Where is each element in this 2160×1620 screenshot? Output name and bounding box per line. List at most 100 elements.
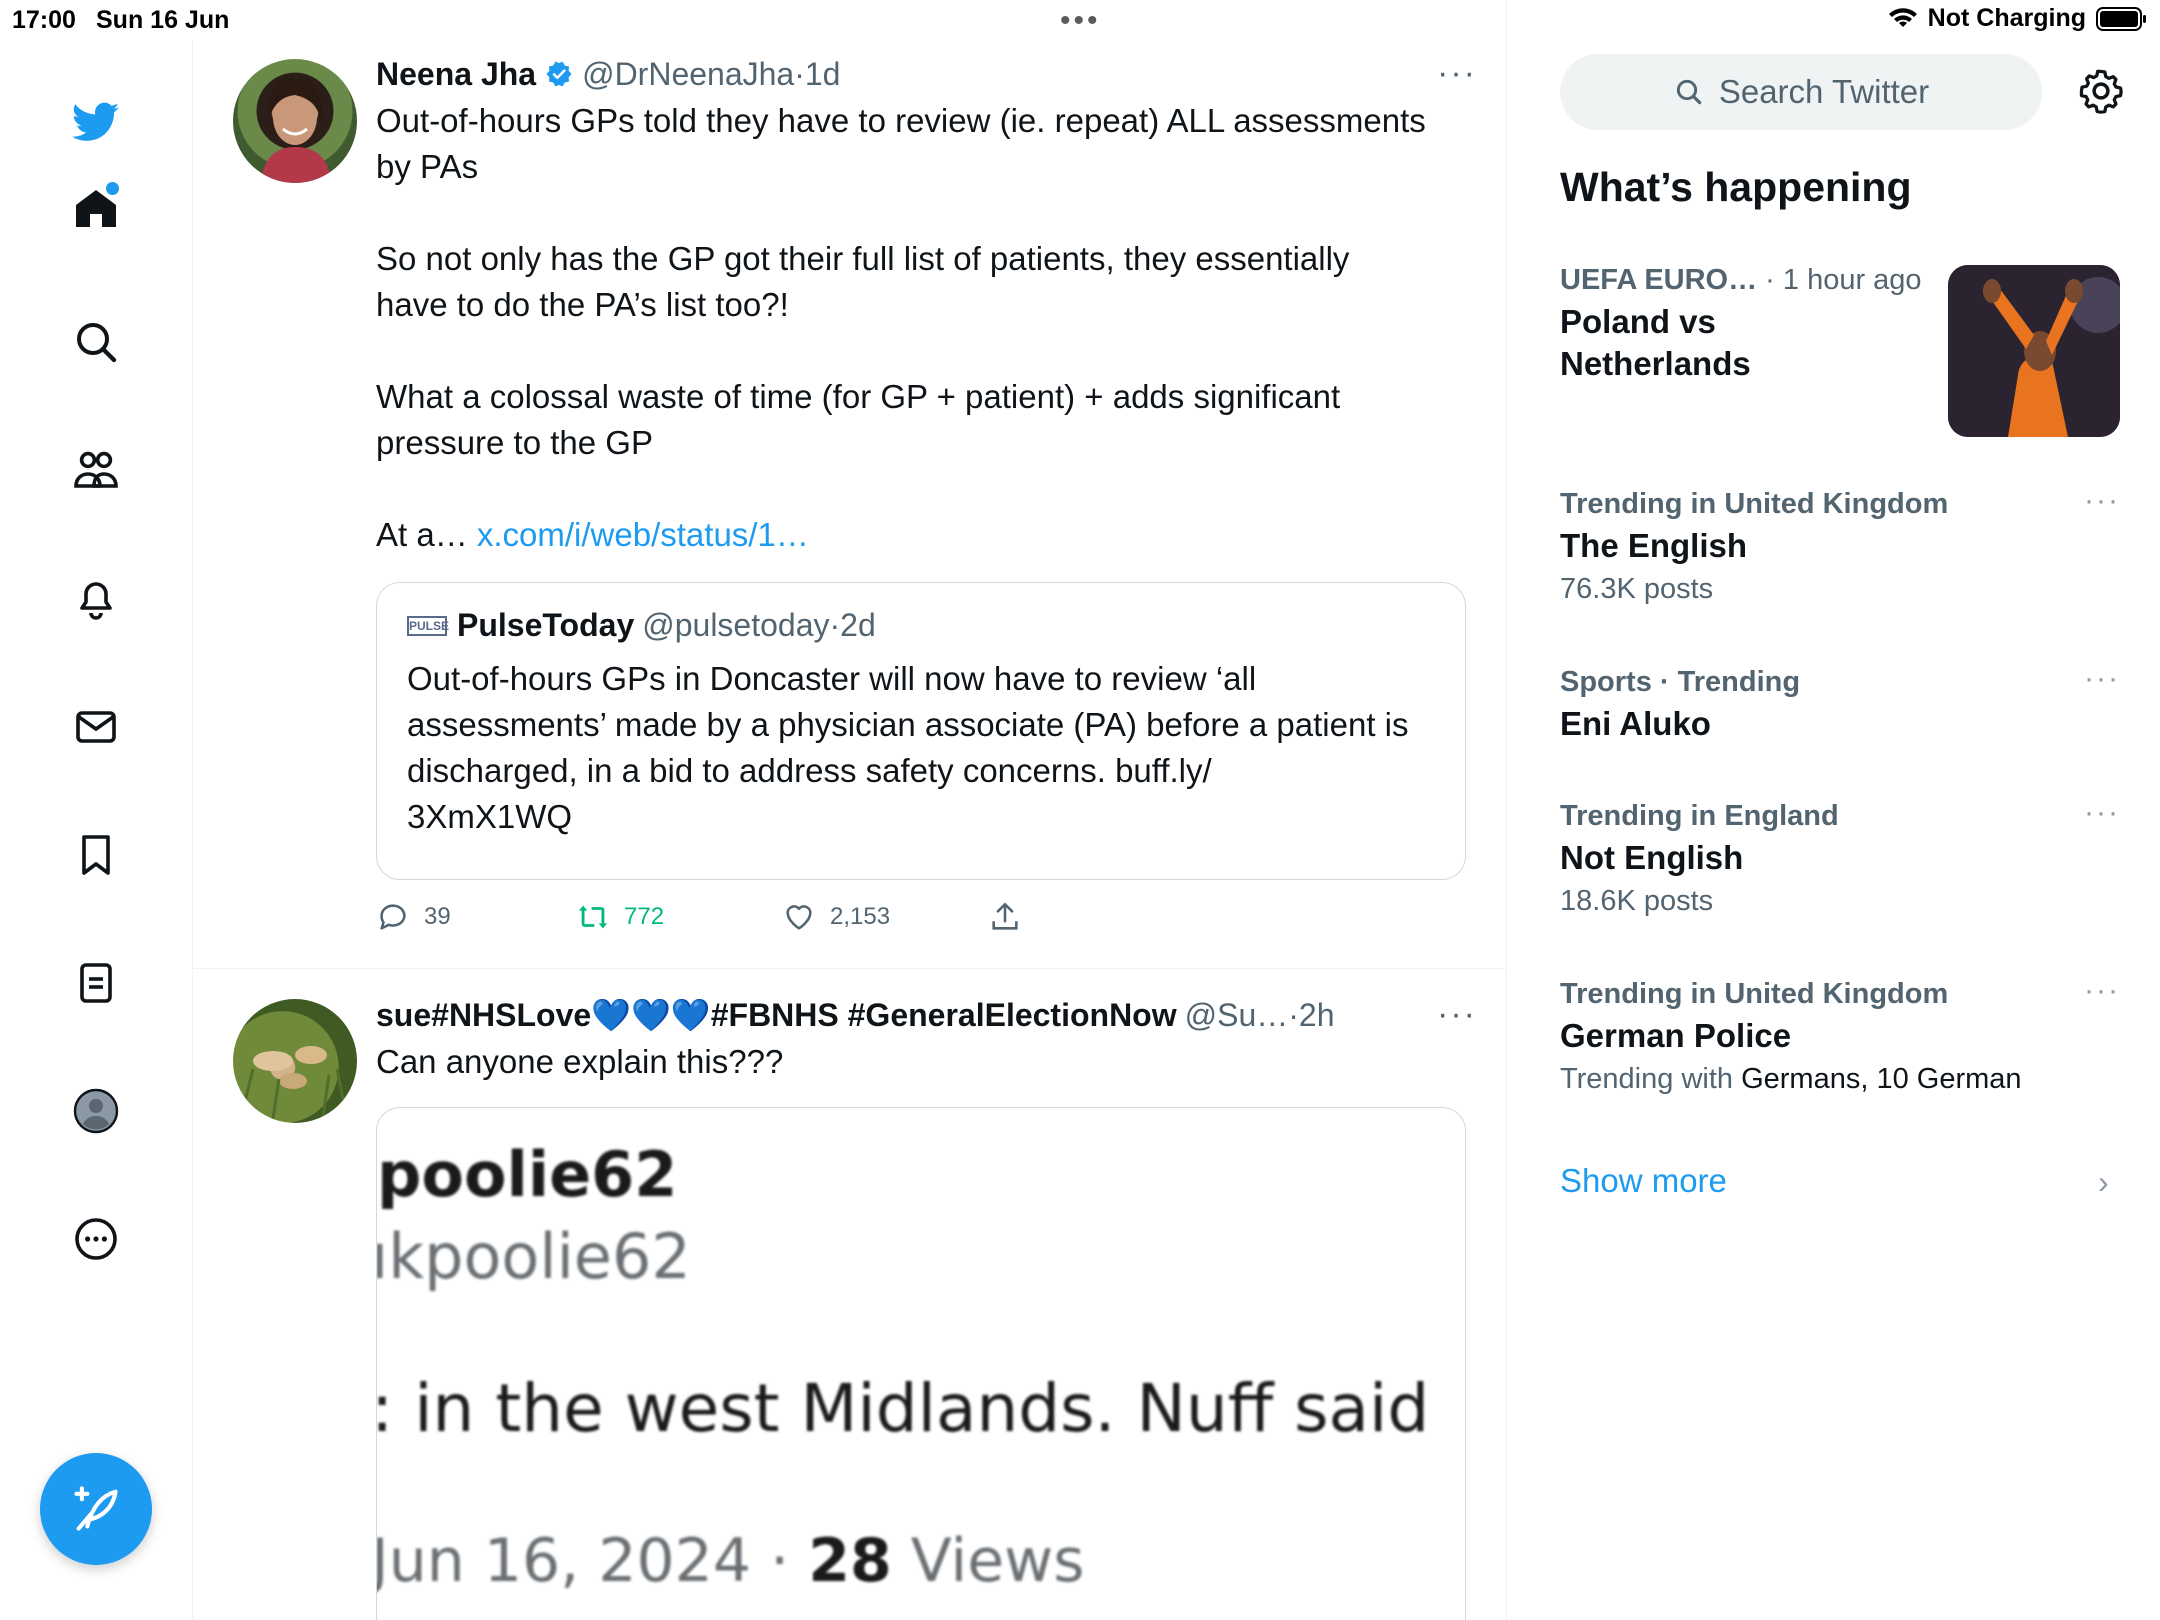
left-nav (0, 40, 193, 1620)
home-notification-dot (106, 182, 119, 195)
like-count: 2,153 (830, 903, 891, 930)
media-views-label: Views (891, 1526, 1085, 1596)
like-button[interactable]: 2,153 (782, 900, 988, 934)
trend-topic: Not English (1560, 839, 1744, 876)
tweet-actions: 39 772 2,153 (376, 900, 1376, 934)
retweet-count: 772 (624, 903, 665, 930)
trend-related-terms: Germans, 10 German (1741, 1063, 2022, 1095)
trend-item[interactable]: Trending in United Kingdom German Police… (1560, 974, 2120, 1096)
tweet-text: Can anyone explain this??? (376, 1043, 784, 1080)
tweet-time[interactable]: 1d (805, 56, 841, 93)
trend-meta: Trending in United Kingdom (1560, 488, 2120, 521)
explore-search-icon[interactable] (63, 309, 129, 375)
share-icon (992, 902, 1018, 930)
trend-more-button[interactable]: ··· (2084, 662, 2120, 696)
trend-category: UEFA EURO… (1560, 264, 1758, 296)
retweet-button[interactable]: 772 (576, 900, 782, 934)
chevron-right-icon: › (2098, 1164, 2109, 1200)
trend-category: Trending in United Kingdom (1560, 488, 1949, 520)
lists-icon[interactable] (63, 950, 129, 1016)
media-text-line: ıkpoolie62 (376, 1220, 691, 1293)
quote-header: PULSE PulseToday @pulsetoday · 2d (407, 607, 1435, 644)
section-title: What’s happening (1560, 164, 1912, 210)
author-handle[interactable]: @Su… (1185, 997, 1289, 1034)
search-input[interactable]: Search Twitter (1560, 54, 2042, 130)
right-sidebar: Search Twitter What’s happening UEFA EUR… (1508, 0, 2160, 1620)
separator: · (1288, 996, 1299, 1033)
quote-author-handle: @pulsetoday (642, 607, 830, 643)
search-icon (1676, 79, 1702, 105)
trend-item[interactable]: Sports · Trending Eni Aluko ··· (1560, 662, 2120, 745)
trend-time: · 1 hour ago (1757, 264, 1922, 296)
quoted-tweet[interactable]: PULSE PulseToday @pulsetoday · 2d Out-of… (376, 582, 1466, 880)
search-placeholder: Search Twitter (1718, 73, 1930, 110)
author-name[interactable]: Neena Jha (376, 56, 536, 93)
trend-category: Trending in England (1560, 800, 1839, 832)
tweet-time[interactable]: 2h (1299, 997, 1335, 1034)
timeline: Neena Jha @DrNeenaJha · 1d Out-of-hours … (193, 0, 1507, 1620)
settings-gear-icon[interactable] (2078, 68, 2124, 114)
retweet-icon (578, 905, 608, 929)
avatar[interactable] (233, 999, 357, 1123)
tweet-media-image[interactable]: poolie62 ıkpoolie62 : in the west Midlan… (376, 1107, 1466, 1620)
messages-envelope-icon[interactable] (63, 694, 129, 760)
more-options-icon[interactable] (63, 1206, 129, 1272)
trend-meta: Trending in United Kingdom (1560, 978, 2120, 1011)
trend-post-count: 76.3K posts (1560, 573, 1714, 605)
separator: · (794, 55, 805, 92)
profile-avatar-icon[interactable] (63, 1078, 129, 1144)
trend-category: Trending in United Kingdom (1560, 978, 1949, 1010)
twitter-logo-icon[interactable] (63, 89, 129, 155)
trend-more-button[interactable]: ··· (2084, 974, 2120, 1008)
trend-topic: Poland vs Netherlands (1560, 303, 1751, 382)
quote-author-name: PulseToday (457, 607, 635, 643)
trend-meta: UEFA EURO… · 1 hour ago (1560, 264, 1940, 297)
trend-topic: German Police (1560, 1017, 1792, 1054)
trend-more-button[interactable]: ··· (2084, 796, 2120, 830)
trend-meta: Sports · Trending (1560, 666, 2120, 699)
separator: · (829, 607, 841, 643)
home-icon[interactable] (63, 176, 129, 242)
trend-item[interactable]: UEFA EURO… · 1 hour ago Poland vs Nether… (1560, 264, 1940, 385)
status-time: 17:00 (12, 6, 76, 34)
heart-icon (786, 905, 812, 930)
tweet-text: Out-of-hours GPs told they have to revie… (376, 98, 1476, 558)
tweet-link[interactable]: x.com/i/web/status/1… (477, 516, 809, 553)
trend-item[interactable]: Trending in United Kingdom The English 7… (1560, 484, 2120, 606)
communities-icon[interactable] (63, 437, 129, 503)
reply-button[interactable]: 39 (376, 900, 576, 934)
share-button[interactable] (988, 900, 1022, 934)
trend-image[interactable] (1948, 265, 2120, 437)
quote-time: 2d (840, 607, 876, 643)
avatar[interactable] (233, 59, 357, 183)
tweet[interactable]: Neena Jha @DrNeenaJha · 1d Out-of-hours … (193, 0, 1506, 968)
bookmarks-icon[interactable] (63, 822, 129, 888)
tweet-body-text: Out-of-hours GPs told they have to revie… (376, 102, 1426, 553)
tweet-more-button[interactable]: ··· (1437, 995, 1477, 1034)
trend-category: Sports · Trending (1560, 666, 1801, 698)
trend-item[interactable]: Trending in England Not English 18.6K po… (1560, 796, 2120, 918)
reply-count: 39 (424, 903, 451, 930)
quote-text: Out-of-hours GPs in Doncaster will now h… (407, 660, 1409, 835)
author-handle[interactable]: @DrNeenaJha (582, 56, 794, 93)
trend-meta: Trending in England (1560, 800, 2120, 833)
tweet[interactable]: sue#NHSLove💙💙💙#FBNHS #GeneralElectionNow… (193, 969, 1506, 1620)
show-more-link[interactable]: Show more (1560, 1162, 1727, 1200)
tweet-header: sue#NHSLove💙💙💙#FBNHS #GeneralElectionNow… (376, 993, 1446, 1037)
trend-related-prefix: Trending with (1560, 1063, 1742, 1095)
pulse-logo-icon: PULSE (407, 615, 449, 636)
trend-post-count: 18.6K posts (1560, 885, 1714, 917)
media-text-line: : in the west Midlands. Nuff said (376, 1370, 1430, 1447)
trend-related: Trending with Germans, 10 German (1560, 1063, 2120, 1096)
reply-icon (380, 904, 406, 930)
trend-more-button[interactable]: ··· (2084, 484, 2120, 518)
notifications-bell-icon[interactable] (63, 565, 129, 631)
tweet-more-button[interactable]: ··· (1437, 54, 1477, 93)
media-views-count: 28 (808, 1526, 892, 1596)
media-date: Jun 16, 2024 · (376, 1526, 809, 1596)
author-name[interactable]: sue#NHSLove💙💙💙#FBNHS #GeneralElectionNow (376, 996, 1177, 1034)
compose-tweet-button[interactable] (40, 1453, 152, 1565)
tweet-header: Neena Jha @DrNeenaJha · 1d (376, 52, 1476, 96)
trend-topic: Eni Aluko (1560, 705, 1711, 742)
media-text-line: poolie62 (377, 1138, 678, 1211)
